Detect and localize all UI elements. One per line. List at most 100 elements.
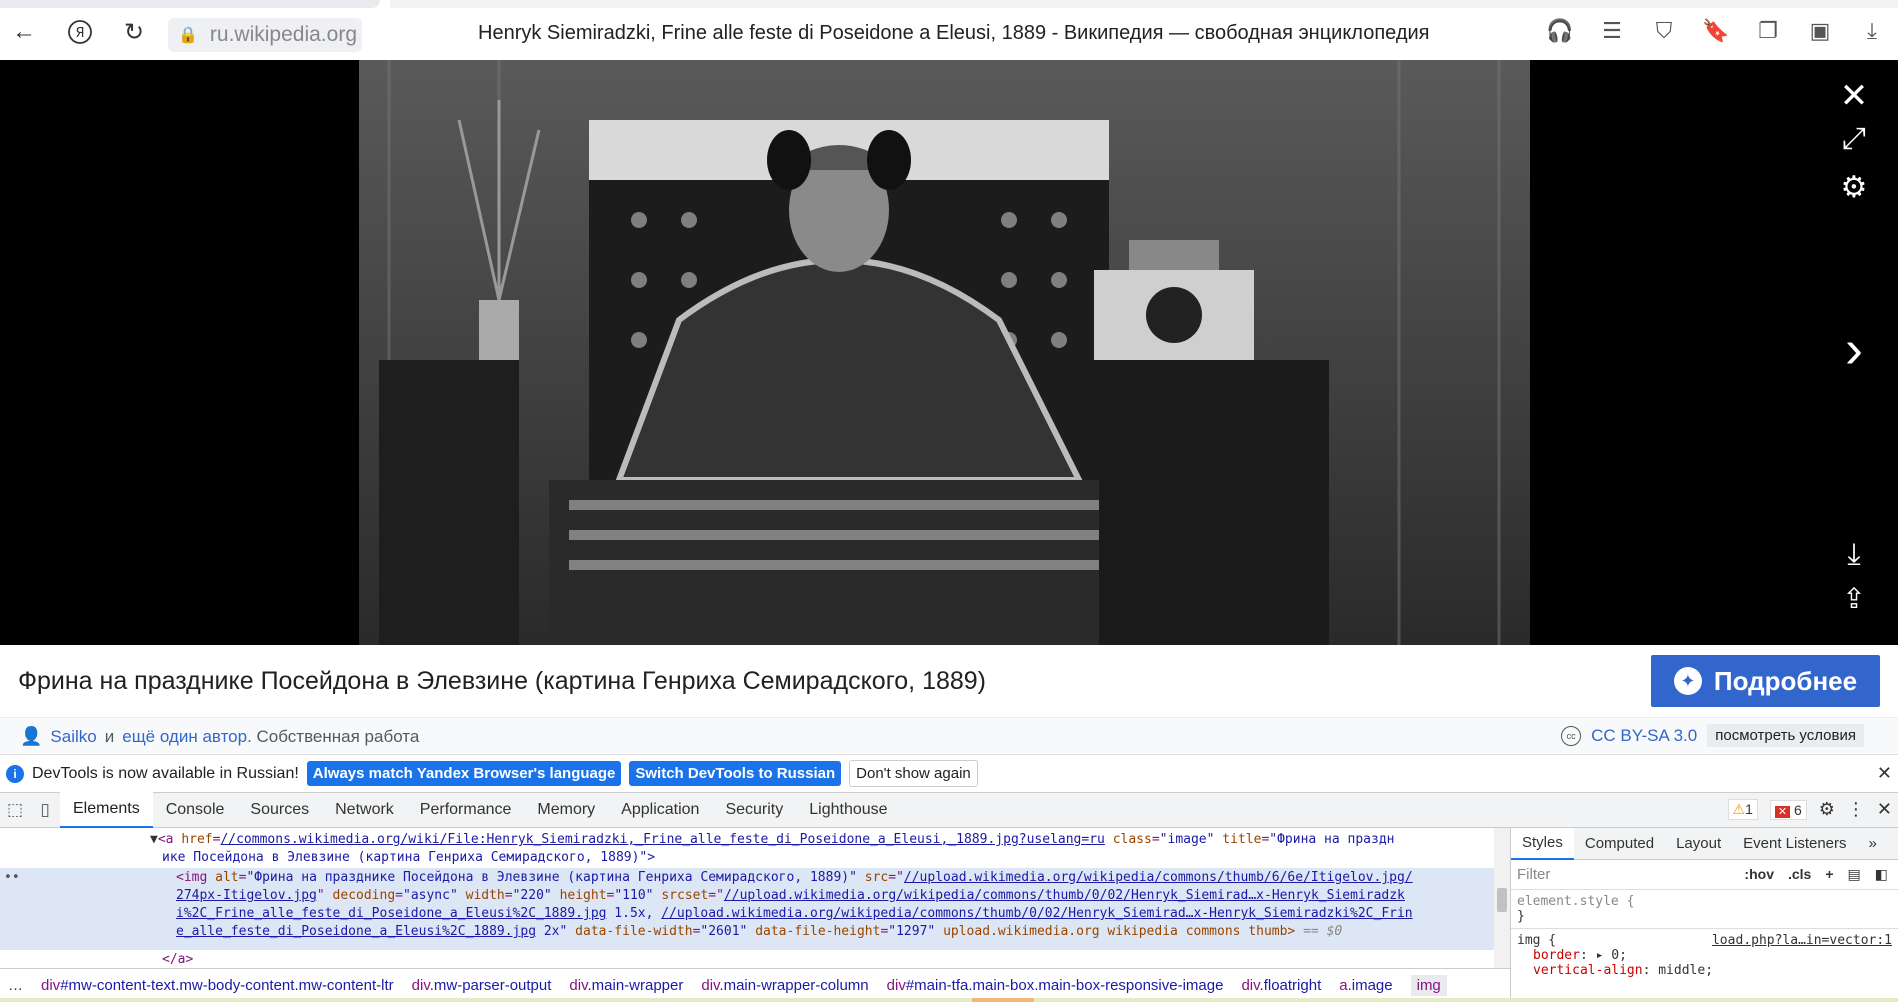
device-toolbar-icon[interactable]: ▯ <box>30 800 60 820</box>
page-title: Henryk Siemiradzki, Frine alle feste di … <box>478 22 1430 44</box>
viewer-image <box>359 60 1530 645</box>
own-work-text: . Собственная работа <box>247 726 420 746</box>
back-icon[interactable]: ← <box>10 18 38 46</box>
crumb-img[interactable]: img <box>1410 975 1447 996</box>
download-icon[interactable]: ⤓ <box>1832 538 1876 572</box>
dom-line-close-a[interactable]: </a> <box>162 952 193 967</box>
cc-icon: cc <box>1561 725 1582 746</box>
more-details-button[interactable]: ✦ Подробнее <box>1651 655 1880 707</box>
downloads-icon[interactable]: ⤓ <box>1858 18 1886 44</box>
address-bar[interactable]: 🔒 ru.wikipedia.org <box>168 18 362 52</box>
warnings-badge[interactable]: ⚠1 <box>1727 799 1758 820</box>
headphones-icon[interactable]: 🎧 <box>1546 18 1574 44</box>
cls-toggle[interactable]: .cls <box>1788 866 1811 883</box>
styles-pane: Styles Computed Layout Event Listeners »… <box>1510 827 1898 1002</box>
extension-icon[interactable]: ▣ <box>1806 18 1834 44</box>
dom-line-img-2: 274px-Itigelov.jpg" decoding="async" wid… <box>176 888 1405 903</box>
dont-show-again-button[interactable]: Don't show again <box>849 760 978 787</box>
crumb-parser-output[interactable]: div.mw-parser-output <box>412 977 552 994</box>
tab-application[interactable]: Application <box>608 792 712 828</box>
hov-toggle[interactable]: :hov <box>1744 866 1774 883</box>
match-language-button[interactable]: Always match Yandex Browser's language <box>306 761 622 786</box>
devtools-close-icon[interactable]: ✕ <box>1877 799 1892 820</box>
tab-elements[interactable]: Elements <box>60 792 153 828</box>
tab-lighthouse[interactable]: Lighthouse <box>796 792 900 828</box>
reader-icon[interactable]: ☰ <box>1598 18 1626 44</box>
tab-layout[interactable]: Layout <box>1665 835 1732 852</box>
infobar-close-icon[interactable]: ✕ <box>1877 763 1892 784</box>
toolbar-icons: 🎧 ☰ ⛉ 🔖 ❐ ▣ ⤓ <box>1546 18 1898 44</box>
computed-toggle-icon[interactable]: ▤ <box>1848 866 1861 883</box>
expand-icon[interactable]: ⤢ <box>1832 122 1876 156</box>
more-menu-icon[interactable]: ⋮ <box>1847 799 1865 820</box>
new-rule-icon[interactable]: + <box>1825 866 1833 883</box>
crumb-floatright[interactable]: div.floatright <box>1241 977 1321 994</box>
errors-badge[interactable]: ✕ 6 <box>1769 799 1807 820</box>
tab-strip <box>390 0 1898 8</box>
crumb-main-tfa[interactable]: div#main-tfa.main-box.main-box-responsiv… <box>887 977 1224 994</box>
tab-console[interactable]: Console <box>153 792 238 828</box>
breadcrumb-ellipsis[interactable]: … <box>8 977 23 994</box>
dom-line-img-3: i%2C_Frine_alle_feste_di_Poseidone_a_Ele… <box>176 906 1413 921</box>
tab-computed[interactable]: Computed <box>1574 835 1665 852</box>
user-icon: 👤 <box>20 726 43 746</box>
crumb-main-wrapper[interactable]: div.main-wrapper <box>569 977 683 994</box>
author-link[interactable]: Sailko <box>50 727 96 747</box>
dom-ellipsis[interactable]: •• <box>4 870 20 885</box>
tab-sources[interactable]: Sources <box>237 792 322 828</box>
next-icon[interactable]: › <box>1832 318 1876 380</box>
collections-icon[interactable]: ❐ <box>1754 18 1782 44</box>
wikimedia-icon: ✦ <box>1673 667 1702 695</box>
settings-gear-icon[interactable]: ⚙ <box>1819 799 1835 820</box>
dom-line-img[interactable]: <img alt="Фрина на празднике Посейдона в… <box>176 870 1413 885</box>
devtools-infobar: i DevTools is now available in Russian! … <box>0 754 1898 792</box>
more-tabs-icon[interactable]: » <box>1858 835 1888 852</box>
styles-tabbar: Styles Computed Layout Event Listeners » <box>1511 827 1898 860</box>
dom-breadcrumb: … div#mw-content-text.mw-body-content.mw… <box>0 968 1510 1002</box>
filter-input[interactable]: Filter <box>1517 866 1550 883</box>
elements-scrollbar-thumb[interactable] <box>1497 888 1507 912</box>
elements-scrollbar[interactable] <box>1494 828 1510 968</box>
tab-performance[interactable]: Performance <box>407 792 525 828</box>
tab-memory[interactable]: Memory <box>524 792 608 828</box>
view-terms-button[interactable]: посмотреть условия <box>1707 724 1864 747</box>
license-link[interactable]: CC BY-SA 3.0 <box>1591 726 1697 746</box>
style-source-link[interactable]: load.php?la…in=vector:1 <box>1712 933 1892 948</box>
tab-security[interactable]: Security <box>712 792 796 828</box>
elements-tree[interactable]: ▼<a href=//commons.wikimedia.org/wiki/Fi… <box>0 828 1510 968</box>
styles-filter-row: Filter :hov .cls + ▤ ◧ <box>1511 860 1898 890</box>
tab-event-listeners[interactable]: Event Listeners <box>1732 835 1857 852</box>
taskbar-highlight <box>972 998 1034 1002</box>
reload-icon[interactable]: ↻ <box>120 18 148 46</box>
element-style-rule[interactable]: element.style { } <box>1511 890 1898 928</box>
protect-icon[interactable]: ⛉ <box>1650 18 1678 44</box>
yandex-icon[interactable]: Я <box>66 18 94 46</box>
img-style-rule[interactable]: img { load.php?la…in=vector:1 border: ▸ … <box>1511 928 1898 982</box>
image-viewer: ✕ ⤢ ⚙ › ⤓ ⇪ <box>0 60 1898 645</box>
inspect-icon[interactable]: ⬚ <box>0 800 30 820</box>
dom-line-a-cont: ике Посейдона в Элевзине (картина Генрих… <box>162 850 656 865</box>
dom-line-img-4: e_alle_feste_di_Poseidone_a_Eleusi%2C_18… <box>176 924 1343 939</box>
info-icon: i <box>6 764 24 783</box>
error-icon: ✕ <box>1774 805 1791 818</box>
tab-network[interactable]: Network <box>322 792 407 828</box>
close-icon[interactable]: ✕ <box>1832 76 1876 116</box>
switch-language-button[interactable]: Switch DevTools to Russian <box>629 761 842 786</box>
settings-icon[interactable]: ⚙ <box>1832 170 1876 205</box>
dom-line-a[interactable]: ▼<a href=//commons.wikimedia.org/wiki/Fi… <box>150 832 1395 847</box>
crumb-main-wrapper-column[interactable]: div.main-wrapper-column <box>701 977 868 994</box>
attribution-bar: 👤 Sailko и ещё один автор . Собственная … <box>0 717 1898 753</box>
share-icon[interactable]: ⇪ <box>1832 582 1876 615</box>
lock-icon: 🔒 <box>178 27 198 44</box>
warning-icon: ⚠ <box>1732 801 1746 817</box>
more-details-label: Подробнее <box>1713 665 1858 696</box>
crumb-content-text[interactable]: div#mw-content-text.mw-body-content.mw-c… <box>41 977 394 994</box>
more-authors-link[interactable]: ещё один автор <box>122 727 247 747</box>
sidebar-toggle-icon[interactable]: ◧ <box>1875 866 1888 883</box>
devtools-tabbar: ⬚ ▯ Elements Console Sources Network Per… <box>0 792 1898 828</box>
address-text: ru.wikipedia.org <box>209 23 357 46</box>
browser-toolbar: ← Я ↻ 🔒 ru.wikipedia.org Henryk Siemirad… <box>0 0 1898 60</box>
bookmark-icon[interactable]: 🔖 <box>1702 18 1730 44</box>
crumb-a-image[interactable]: a.image <box>1339 977 1392 994</box>
tab-styles[interactable]: Styles <box>1511 827 1574 860</box>
